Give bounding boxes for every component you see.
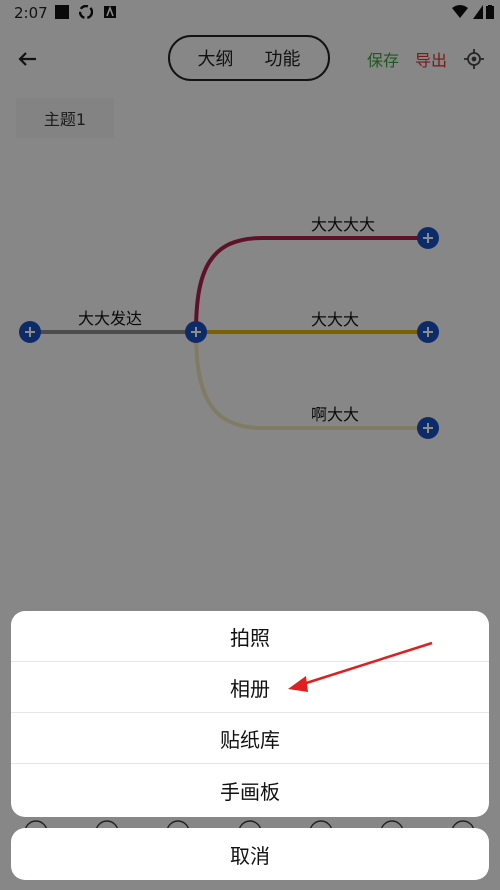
option-take-photo[interactable]: 拍照 xyxy=(11,611,489,662)
option-album[interactable]: 相册 xyxy=(11,662,489,713)
option-sticker-library[interactable]: 贴纸库 xyxy=(11,713,489,764)
image-source-sheet: 拍照 相册 贴纸库 手画板 xyxy=(11,611,489,817)
cancel-button[interactable]: 取消 xyxy=(11,828,489,880)
option-drawing-board[interactable]: 手画板 xyxy=(11,764,489,817)
